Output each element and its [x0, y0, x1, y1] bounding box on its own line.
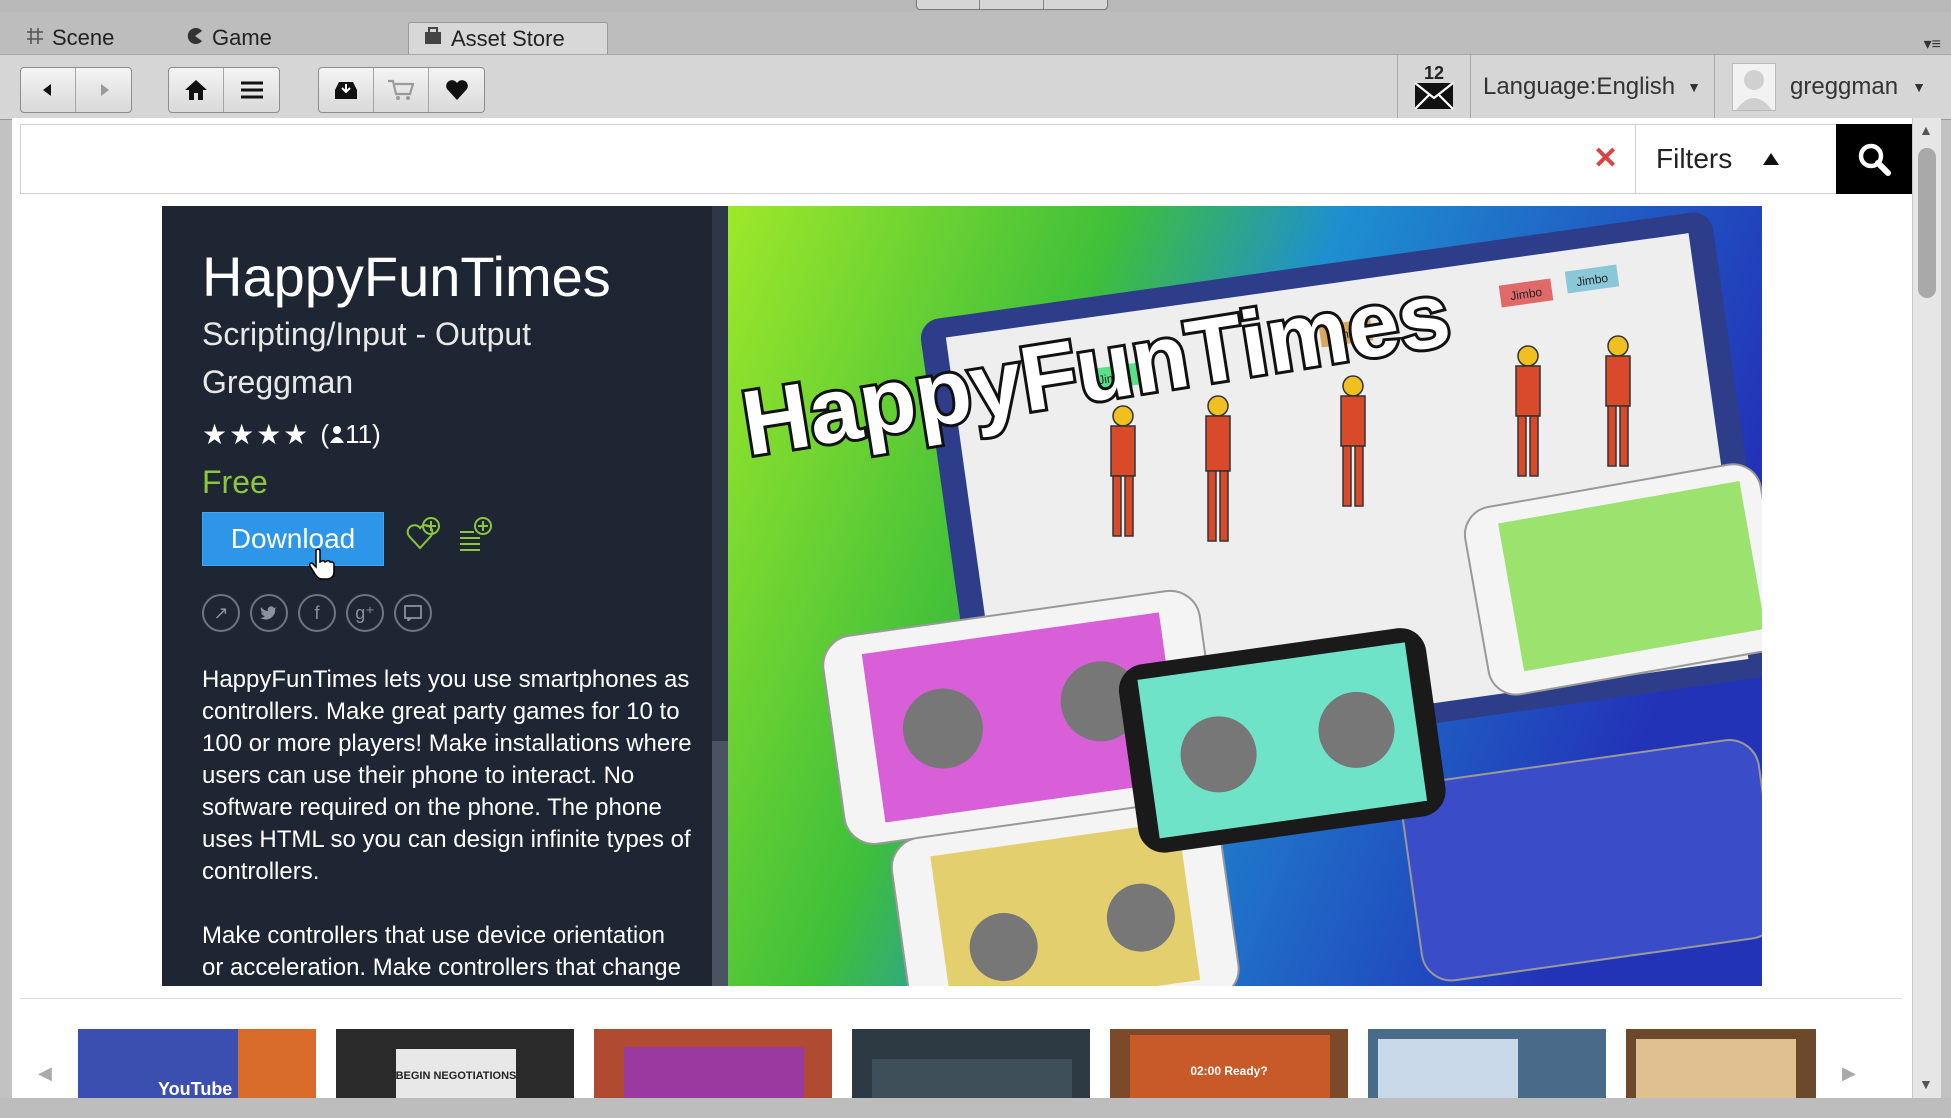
screenshot-thumbnail[interactable]: BEGIN NEGOTIATIONS — [336, 1029, 574, 1098]
home-button-group — [168, 67, 280, 113]
language-dropdown[interactable]: Language:English ▼ — [1470, 55, 1715, 119]
scroll-up-icon[interactable]: ▲ — [1919, 122, 1933, 138]
message-count-badge: 12 — [1423, 63, 1445, 83]
asset-description: HappyFunTimes lets you use smartphones a… — [202, 664, 692, 986]
twitter-icon[interactable] — [250, 594, 288, 632]
pacman-icon — [186, 25, 204, 51]
menu-button[interactable] — [224, 68, 279, 112]
search-icon — [1858, 143, 1891, 176]
window-top-edge — [0, 0, 1951, 12]
description-scrollbar[interactable] — [712, 206, 728, 986]
publisher-link[interactable]: Greggman — [202, 364, 353, 401]
asset-store-content: ✕ Filters HappyFunTimes Scripting/Input … — [12, 118, 1912, 1098]
list-icon — [240, 81, 263, 99]
screenshot-thumbnail[interactable] — [1368, 1029, 1606, 1098]
screenshot-thumbnail[interactable] — [1626, 1029, 1816, 1098]
screenshot-thumbnail[interactable]: 02:00 Ready? — [1110, 1029, 1348, 1098]
clear-search-icon[interactable]: ✕ — [1593, 141, 1618, 177]
tab-label: Game — [212, 25, 272, 50]
screenshot-thumbnail[interactable]: YouTube — [78, 1029, 316, 1098]
tab-label: Asset Store — [451, 25, 565, 51]
tab-asset-store[interactable]: Asset Store — [408, 22, 608, 54]
downloads-button[interactable] — [319, 68, 374, 112]
back-button[interactable] — [21, 68, 76, 112]
rating[interactable]: ★★★★ (11) — [202, 418, 381, 451]
screenshot-thumbnail[interactable] — [594, 1029, 832, 1098]
editor-tab-strip: Scene Game Asset Store ▾≡ — [0, 12, 1951, 54]
store-button-group — [318, 67, 485, 113]
google-plus-icon[interactable]: g⁺ — [346, 594, 384, 632]
user-icon — [330, 426, 345, 443]
cart-icon — [388, 79, 415, 100]
search-button[interactable] — [1836, 124, 1912, 194]
grid-icon — [26, 25, 44, 51]
filters-label: Filters — [1656, 143, 1733, 174]
page-scrollbar[interactable]: ▲ ▼ — [1912, 118, 1941, 1098]
thumbnail-caption: YouTube — [158, 1079, 232, 1098]
forward-button[interactable] — [76, 68, 131, 112]
comment-icon[interactable] — [394, 594, 432, 632]
asset-hero: HappyFunTimes Scripting/Input - Output G… — [162, 206, 1762, 986]
tab-menu-icon[interactable]: ▾≡ — [1924, 34, 1941, 54]
search-input[interactable] — [29, 133, 1593, 185]
rating-count-wrapper: (11) — [320, 419, 381, 449]
description-paragraph: HappyFunTimes lets you use smartphones a… — [202, 666, 692, 885]
asset-title: HappyFunTimes — [202, 245, 611, 308]
download-button[interactable]: Download — [202, 512, 384, 566]
wishlist-button[interactable] — [429, 68, 484, 112]
description-paragraph: Make controllers that use device orienta… — [202, 922, 681, 981]
tab-game[interactable]: Game — [172, 22, 292, 54]
forward-icon — [100, 84, 109, 96]
hand-cursor-icon — [309, 548, 335, 580]
user-menu[interactable]: greggman ▼ — [1716, 55, 1951, 119]
heart-icon — [445, 80, 468, 100]
chevron-down-icon: ▼ — [1687, 79, 1702, 95]
nav-button-group — [20, 67, 132, 113]
asset-category-link[interactable]: Scripting/Input - Output — [202, 316, 531, 353]
chevron-up-icon — [1763, 153, 1780, 165]
carousel-next-icon[interactable]: ▶ — [1842, 1063, 1856, 1084]
filters-toggle[interactable]: Filters — [1635, 125, 1843, 193]
facebook-icon[interactable]: f — [298, 594, 336, 632]
carousel-prev-icon[interactable]: ◀ — [38, 1063, 52, 1084]
chevron-down-icon: ▼ — [1912, 79, 1926, 95]
tab-scene[interactable]: Scene — [12, 22, 130, 54]
add-to-wishlist-icon[interactable] — [406, 516, 442, 552]
share-link-icon[interactable]: ↗ — [202, 594, 240, 632]
messages-button[interactable]: 12 — [1397, 55, 1471, 119]
download-tray-icon — [335, 82, 357, 99]
asset-store-toolbar: 12 Language:English ▼ greggman ▼ — [0, 54, 1951, 120]
screenshot-carousel: ◀ YouTube BEGIN NEGOTIATIONS 02:00 Ready… — [20, 998, 1902, 1098]
rating-stars: ★★★★ — [202, 419, 311, 450]
thumbnail-caption: 02:00 Ready? — [1190, 1064, 1267, 1078]
asset-info-panel: HappyFunTimes Scripting/Input - Output G… — [162, 206, 712, 986]
home-button[interactable] — [169, 68, 224, 112]
price-label: Free — [202, 464, 268, 500]
layout-controls[interactable] — [916, 0, 1108, 10]
home-icon — [185, 80, 207, 100]
language-label: Language:English — [1482, 73, 1676, 100]
cart-button[interactable] — [374, 68, 429, 112]
share-icons: ↗ f g⁺ — [202, 594, 432, 632]
rating-count: 11 — [345, 419, 373, 449]
thumbnail-caption: BEGIN NEGOTIATIONS — [396, 1070, 517, 1082]
scrollbar-thumb[interactable] — [1918, 148, 1936, 298]
screenshot-thumbnail[interactable] — [852, 1029, 1090, 1098]
tab-label: Scene — [52, 25, 115, 50]
asset-key-image[interactable]: Jimbo Jimbo Jimbo Jimbo HappyFunTimes — [728, 206, 1762, 986]
window-bottom-edge — [0, 1098, 1951, 1118]
add-to-list-icon[interactable] — [458, 516, 494, 552]
search-bar: ✕ Filters — [20, 124, 1912, 194]
envelope-icon — [1414, 82, 1454, 110]
avatar — [1732, 63, 1776, 111]
username: greggman — [1790, 73, 1899, 100]
store-icon — [423, 26, 443, 52]
scroll-down-icon[interactable]: ▼ — [1919, 1076, 1933, 1092]
back-icon — [43, 84, 51, 96]
